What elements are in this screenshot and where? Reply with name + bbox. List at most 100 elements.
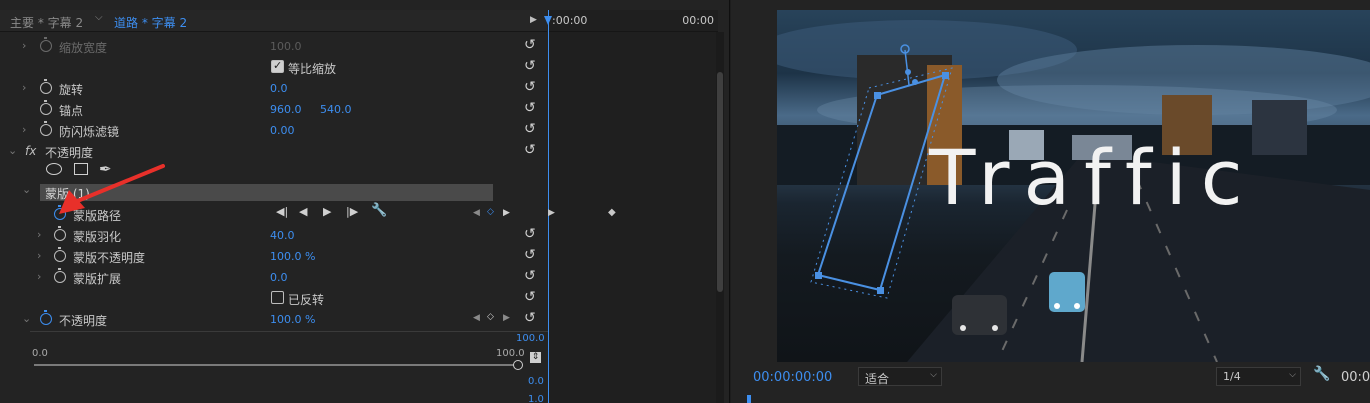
- timeline-end-time: 00:00: [682, 14, 714, 27]
- reset-icon[interactable]: ↺: [524, 79, 536, 95]
- slider-max-label: 100.0: [496, 348, 525, 359]
- chevron-down-icon[interactable]: ⌵: [95, 12, 103, 23]
- wrench-icon[interactable]: 🔧: [371, 203, 387, 218]
- playback-resolution-select[interactable]: 1/4 ⌵: [1216, 367, 1301, 386]
- effect-name: 不透明度: [45, 146, 94, 160]
- collapse-icon[interactable]: ⌄: [22, 183, 31, 196]
- tab-clip[interactable]: 道路 * 字幕 2: [114, 14, 187, 31]
- next-keyframe-icon[interactable]: ▶: [503, 208, 510, 218]
- stopwatch-icon[interactable]: [40, 100, 52, 115]
- uniform-scale-checkbox[interactable]: [271, 59, 284, 73]
- reset-icon[interactable]: ↺: [524, 37, 536, 53]
- property-mask-opacity: › 蒙版不透明度 100.0 % ↺: [0, 246, 547, 267]
- track-backward-icon[interactable]: ◀: [299, 205, 307, 218]
- expand-icon[interactable]: ›: [37, 270, 41, 283]
- monitor-playhead[interactable]: [747, 395, 751, 403]
- playhead-timecode[interactable]: 00:00:00:00: [753, 370, 832, 385]
- property-value[interactable]: 100.0: [270, 40, 302, 53]
- stopwatch-icon[interactable]: [40, 121, 52, 136]
- inverted-label: 已反转: [288, 293, 325, 307]
- effect-controls-panel: 主要 * 字幕 2 ⌵ 道路 * 字幕 2 ▶ › 缩放宽度 100.0 ↺ 等…: [0, 0, 730, 403]
- reset-icon[interactable]: ↺: [524, 310, 536, 326]
- next-keyframe-icon[interactable]: ▶: [503, 313, 510, 323]
- tab-main-sequence[interactable]: 主要 * 字幕 2: [10, 14, 83, 31]
- property-label: 蒙版羽化: [73, 230, 122, 244]
- property-value[interactable]: 0.0: [270, 82, 288, 95]
- inverted-checkbox[interactable]: [271, 291, 284, 304]
- monitor-controls: 00:00:00:00 适合 ⌵ 1/4 ⌵ 🔧 00:0: [731, 362, 1370, 403]
- expand-icon[interactable]: ›: [22, 123, 26, 136]
- expand-icon[interactable]: ›: [37, 249, 41, 262]
- zoom-fit-select[interactable]: 适合 ⌵: [858, 367, 942, 386]
- anchor-x-value[interactable]: 960.0: [270, 103, 302, 116]
- property-anchor-point: 锚点 960.0 540.0 ↺: [0, 99, 547, 120]
- collapse-icon[interactable]: ⌄: [8, 144, 17, 157]
- reset-icon[interactable]: ↺: [524, 268, 536, 284]
- property-value[interactable]: 40.0: [270, 229, 295, 242]
- title-text[interactable]: Traffic: [929, 140, 1256, 216]
- property-label: 防闪烁滤镜: [59, 125, 120, 139]
- reset-icon[interactable]: ↺: [524, 289, 536, 305]
- reset-icon[interactable]: ↺: [524, 226, 536, 242]
- scrollbar[interactable]: [716, 32, 724, 403]
- play-icon[interactable]: ▶: [530, 15, 537, 25]
- prev-keyframe-icon[interactable]: ◀: [473, 208, 480, 218]
- track-forward-all-icon[interactable]: |▶: [346, 205, 358, 218]
- timeline-ruler[interactable]: :00:00 00:00: [548, 10, 718, 32]
- property-label: 锚点: [59, 104, 84, 118]
- property-mask-inverted: 已反转 ↺: [0, 288, 547, 309]
- zoom-fit-label: 适合: [865, 372, 890, 386]
- program-monitor: Traffic 00:00:00:00 适合 ⌵ 1/4 ⌵ 🔧 00:0: [731, 0, 1370, 403]
- property-value[interactable]: 0.0: [270, 271, 288, 284]
- duration-timecode: 00:0: [1341, 370, 1370, 385]
- stopwatch-icon[interactable]: [40, 310, 52, 325]
- reset-icon[interactable]: ↺: [524, 142, 536, 158]
- playhead[interactable]: [544, 10, 552, 403]
- property-value[interactable]: 100.0 %: [270, 313, 315, 326]
- stopwatch-icon[interactable]: [40, 79, 52, 94]
- add-keyframe-icon[interactable]: ◇: [487, 312, 494, 322]
- stopwatch-icon[interactable]: [54, 268, 66, 283]
- effect-opacity-header: ⌄ fx 不透明度 ↺: [0, 141, 547, 162]
- playback-resolution-label: 1/4: [1223, 370, 1241, 383]
- video-preview[interactable]: Traffic: [777, 10, 1370, 362]
- stopwatch-icon[interactable]: [54, 247, 66, 262]
- reset-icon[interactable]: ↺: [524, 247, 536, 263]
- property-value[interactable]: 100.0 %: [270, 250, 315, 263]
- anchor-y-value[interactable]: 540.0: [320, 103, 352, 116]
- stopwatch-icon[interactable]: [54, 226, 66, 241]
- expand-icon[interactable]: ›: [22, 81, 26, 94]
- stopwatch-icon[interactable]: [40, 37, 52, 52]
- chevron-down-icon: ⌵: [1289, 370, 1296, 380]
- scrollbar-thumb[interactable]: [717, 72, 723, 292]
- property-value[interactable]: 0.00: [270, 124, 295, 137]
- fx-icon[interactable]: fx: [25, 144, 36, 158]
- uniform-scale-label: 等比缩放: [288, 62, 337, 76]
- keyframe-marker[interactable]: ▶: [548, 208, 555, 218]
- prev-keyframe-icon[interactable]: ◀: [473, 313, 480, 323]
- property-label: 不透明度: [59, 314, 108, 328]
- keyframe-marker[interactable]: ◆: [608, 207, 616, 218]
- property-label: 缩放宽度: [59, 41, 108, 55]
- reset-icon[interactable]: ↺: [524, 58, 536, 74]
- chevron-down-icon: ⌵: [930, 370, 937, 380]
- slider-min-label: 0.0: [32, 348, 48, 359]
- keyframe-timeline[interactable]: :00:00 00:00 ▶ ◆: [544, 10, 718, 403]
- add-keyframe-icon[interactable]: ◇: [487, 207, 494, 217]
- property-rotation: › 旋转 0.0 ↺: [0, 78, 547, 99]
- expand-icon[interactable]: ›: [37, 228, 41, 241]
- graph-top-value: 100.0: [516, 333, 545, 344]
- reset-icon[interactable]: ↺: [524, 121, 536, 137]
- track-backward-all-icon[interactable]: ◀|: [276, 205, 288, 218]
- collapse-icon[interactable]: ⌄: [22, 312, 31, 325]
- settings-wrench-icon[interactable]: 🔧: [1313, 366, 1330, 382]
- track-forward-icon[interactable]: ▶: [323, 205, 331, 218]
- playhead-handle[interactable]: [544, 16, 552, 25]
- graph-scale-icon[interactable]: ⇕: [530, 352, 541, 363]
- property-label: 旋转: [59, 83, 84, 97]
- opacity-slider-knob[interactable]: [513, 360, 523, 370]
- opacity-slider-track[interactable]: [34, 364, 518, 366]
- property-opacity: ⌄ 不透明度 100.0 % ◀ ◇ ▶ ↺: [0, 309, 547, 330]
- reset-icon[interactable]: ↺: [524, 100, 536, 116]
- expand-icon[interactable]: ›: [22, 39, 26, 52]
